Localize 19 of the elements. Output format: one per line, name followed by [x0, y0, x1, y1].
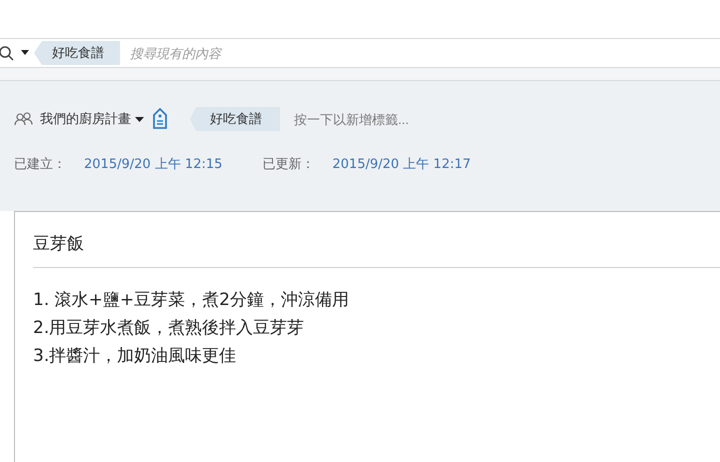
note-tag[interactable]: 好吃食譜	[190, 107, 280, 131]
note-editor[interactable]: 豆芽飯 1. 滾水+鹽+豆芽菜，煮2分鐘，沖涼備用 2.用豆芽水煮飯，煮熟後拌入豆芽芽 3.拌醬汁，加奶油風味更佳	[14, 211, 720, 462]
search-scope-tag[interactable]: 好吃食譜	[34, 41, 120, 65]
people-icon	[14, 112, 34, 126]
updated-date: 2015/9/20 上午 12:17	[332, 156, 471, 173]
note-text-line: 3.拌醬汁，加奶油風味更佳	[33, 345, 238, 368]
note-text-line: 1. 滾水+鹽+豆芽菜，煮2分鐘，沖涼備用	[33, 289, 350, 312]
caret-icon[interactable]	[135, 116, 144, 122]
tag-icon[interactable]	[152, 108, 168, 130]
search-field[interactable]: 搜尋現有的內容	[128, 44, 720, 62]
notebook-selector[interactable]: 我們的廚房計畫	[40, 110, 144, 128]
note-title[interactable]: 豆芽飯	[33, 232, 720, 268]
created-date: 2015/9/20 上午 12:15	[84, 156, 222, 173]
search-icon[interactable]	[0, 45, 14, 61]
created-label: 已建立：	[14, 156, 66, 173]
caret-icon[interactable]	[20, 50, 30, 56]
note-text-line: 2.用豆芽水煮飯，煮熟後拌入豆芽芽	[33, 317, 306, 340]
tag-input-field[interactable]: 按一下以新增標籤...	[292, 110, 476, 128]
updated-label: 已更新：	[262, 156, 314, 173]
